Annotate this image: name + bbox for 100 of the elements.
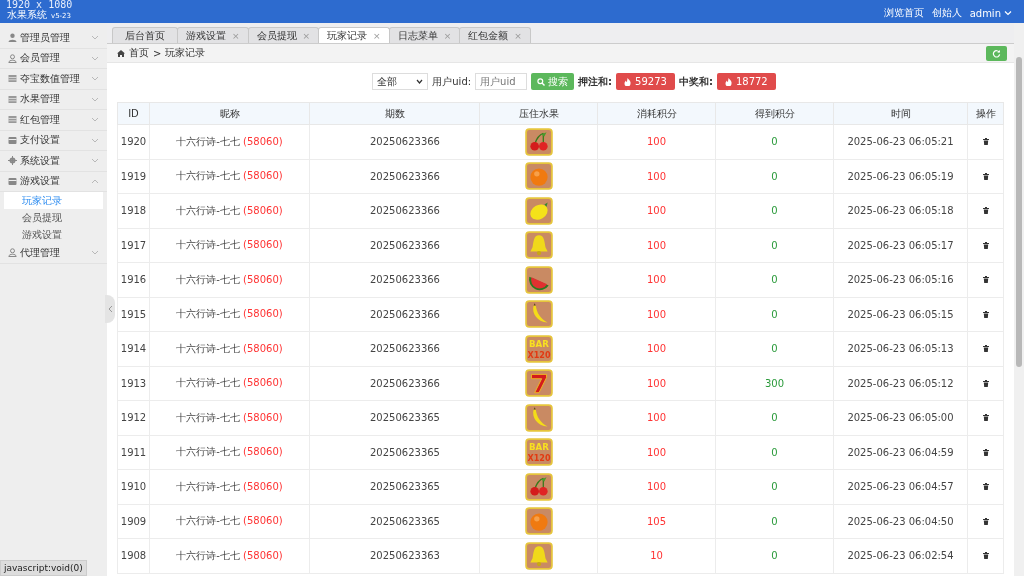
seven-icon — [524, 369, 553, 398]
type-select[interactable]: 全部 — [372, 73, 429, 90]
column-header: 时间 — [833, 102, 968, 125]
period-cell: 20250623365 — [309, 469, 480, 504]
period-cell: 20250623366 — [309, 228, 480, 263]
delete-button[interactable] — [980, 136, 991, 148]
chevron-down-icon — [91, 250, 99, 256]
breadcrumb-current: 玩家记录 — [165, 46, 206, 60]
uid-text: (58060) — [243, 446, 283, 458]
cherry-icon — [524, 127, 553, 156]
trash-icon — [982, 241, 989, 249]
nickname-text: 十六行诗-七七 — [176, 342, 240, 354]
id-cell: 1919 — [117, 159, 150, 194]
sidebar-subitem[interactable]: 会员提现 — [4, 209, 103, 226]
time-cell: 2025-06-23 06:05:21 — [833, 124, 968, 159]
period-cell: 20250623366 — [309, 262, 480, 297]
trash-icon — [982, 276, 989, 284]
watermelon-icon — [524, 265, 553, 294]
tangerine-icon — [524, 507, 553, 536]
table-icon — [8, 176, 17, 186]
time-cell: 2025-06-23 06:05:16 — [833, 262, 968, 297]
nickname-text: 十六行诗-七七 — [176, 273, 240, 285]
delete-button[interactable] — [980, 343, 991, 355]
breadcrumb-link[interactable]: 首页 — [129, 46, 149, 60]
tab[interactable]: 后台首页 — [112, 27, 178, 43]
sidebar-subitem[interactable]: 游戏设置 — [4, 226, 103, 243]
spent-points-cell: 100 — [597, 469, 716, 504]
scrollbar[interactable] — [1014, 23, 1024, 576]
time-cell: 2025-06-23 06:05:19 — [833, 159, 968, 194]
delete-button[interactable] — [980, 550, 991, 562]
trash-icon — [982, 207, 989, 215]
trash-icon — [982, 379, 989, 387]
table-icon — [8, 94, 17, 104]
delete-button[interactable] — [980, 274, 991, 286]
bell-icon — [524, 541, 553, 570]
delete-button[interactable] — [980, 412, 991, 424]
sidebar-subitem[interactable]: 玩家记录 — [4, 192, 103, 209]
time-cell: 2025-06-23 06:05:12 — [833, 366, 968, 401]
id-cell: 1911 — [117, 435, 150, 470]
period-cell: 20250623366 — [309, 159, 480, 194]
delete-button[interactable] — [980, 481, 991, 493]
delete-button[interactable] — [980, 170, 991, 182]
tab[interactable]: 游戏设置 × — [177, 27, 249, 43]
header-link[interactable]: 创始人 — [931, 6, 962, 20]
column-header: 消耗积分 — [597, 102, 716, 125]
spent-points-cell: 100 — [597, 297, 716, 332]
trash-icon — [982, 448, 989, 456]
period-cell: 20250623365 — [309, 504, 480, 539]
uid-text: (58060) — [243, 549, 283, 561]
column-header: 操作 — [967, 102, 1004, 125]
nickname-text: 十六行诗-七七 — [176, 515, 240, 527]
period-cell: 20250623366 — [309, 124, 480, 159]
period-cell: 20250623363 — [309, 538, 480, 573]
delete-button[interactable] — [980, 239, 991, 251]
gained-points-cell: 0 — [715, 262, 834, 297]
gained-points-cell: 0 — [715, 504, 834, 539]
tab[interactable]: 红包金额 × — [459, 27, 531, 43]
time-cell: 2025-06-23 06:04:57 — [833, 469, 968, 504]
banana-icon — [524, 300, 553, 329]
gained-points-cell: 0 — [715, 228, 834, 263]
tab[interactable]: 日志菜单 × — [388, 27, 461, 43]
spent-points-cell: 100 — [597, 159, 716, 194]
table-icon — [8, 74, 17, 84]
tab[interactable]: 会员提现 × — [247, 27, 320, 43]
nickname-text: 十六行诗-七七 — [176, 204, 240, 216]
chevron-down-icon — [91, 96, 99, 102]
user-icon — [8, 248, 17, 258]
chevron-down-icon — [91, 35, 99, 41]
spent-points-cell: 100 — [597, 228, 716, 263]
column-header: 昵称 — [149, 102, 310, 125]
chevron-down-icon — [416, 79, 424, 84]
uid-input[interactable]: 用户uid — [475, 73, 528, 90]
uid-label: 用户uid: — [432, 74, 472, 89]
delete-button[interactable] — [980, 205, 991, 217]
delete-button[interactable] — [980, 377, 991, 389]
period-cell: 20250623366 — [309, 193, 480, 228]
nickname-text: 十六行诗-七七 — [176, 411, 240, 423]
trash-icon — [982, 172, 989, 180]
period-cell: 20250623366 — [309, 331, 480, 366]
resolution-text: 1920 x 1080 — [6, 0, 73, 10]
delete-button[interactable] — [980, 515, 991, 527]
user-menu[interactable]: admin — [969, 7, 1012, 19]
delete-button[interactable] — [980, 446, 991, 458]
spent-points-cell: 100 — [597, 193, 716, 228]
time-cell: 2025-06-23 06:05:00 — [833, 400, 968, 435]
uid-text: (58060) — [243, 239, 283, 251]
id-cell: 1913 — [117, 366, 150, 401]
gained-points-cell: 0 — [715, 193, 834, 228]
period-cell: 20250623366 — [309, 297, 480, 332]
delete-button[interactable] — [980, 308, 991, 320]
column-header: 压住水果 — [479, 102, 598, 125]
tab[interactable]: 玩家记录 × — [318, 27, 390, 43]
spent-points-cell: 100 — [597, 366, 716, 401]
uid-text: (58060) — [243, 480, 283, 492]
collapse-handle[interactable] — [105, 295, 115, 323]
nickname-text: 十六行诗-七七 — [176, 549, 240, 561]
uid-text: (58060) — [243, 515, 283, 527]
breadcrumb-separator: > — [153, 47, 162, 59]
header-link[interactable]: 浏览首页 — [883, 6, 924, 20]
banana-icon — [524, 403, 553, 432]
